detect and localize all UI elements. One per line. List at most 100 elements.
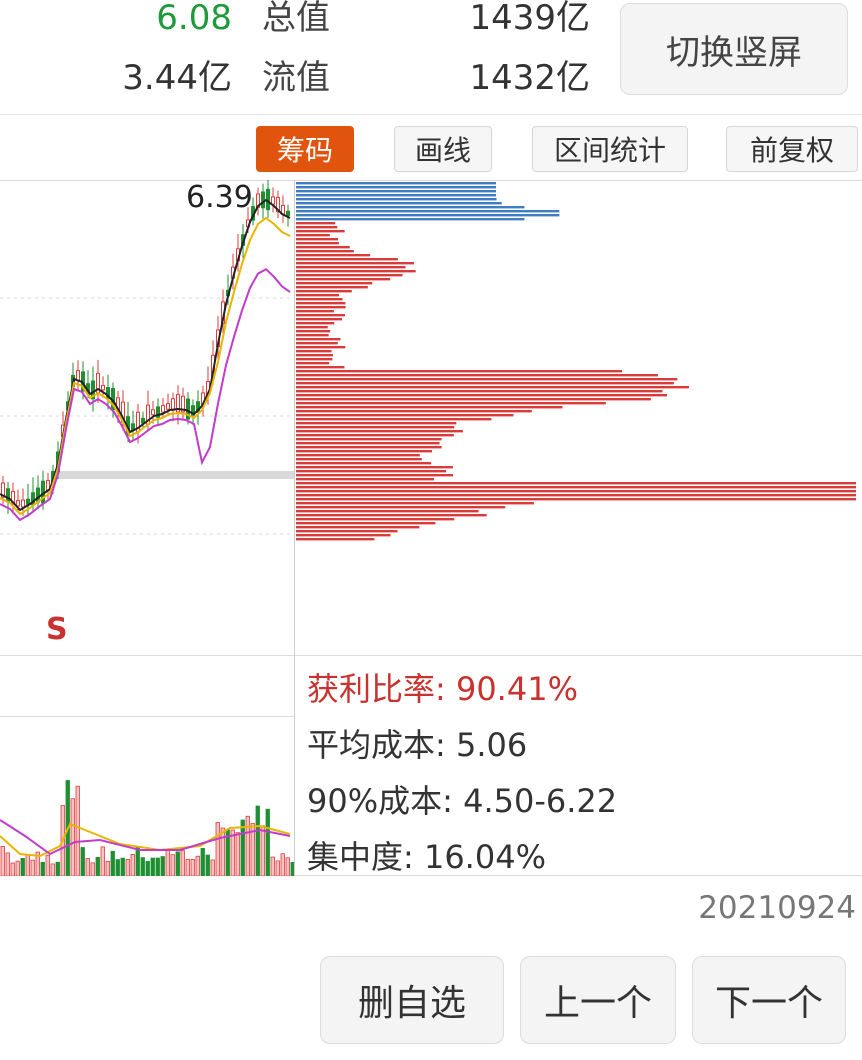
volume-bar xyxy=(280,853,285,876)
price-change: 6.08 xyxy=(156,0,232,38)
chip-bar xyxy=(296,466,453,469)
volume-bar xyxy=(55,861,60,876)
volume-bar xyxy=(200,848,205,876)
candle xyxy=(261,191,265,209)
cost-90-range: 90%成本: 4.50-6.22 xyxy=(307,782,618,820)
candle xyxy=(151,409,155,416)
chip-bar xyxy=(296,418,492,421)
chip-bar xyxy=(296,454,420,457)
volume-bar xyxy=(145,861,150,876)
draw-line-button[interactable]: 画线 xyxy=(394,126,492,172)
volume-bar xyxy=(25,854,30,876)
chip-bar xyxy=(296,406,563,409)
volume-bar xyxy=(285,857,290,876)
chip-bar xyxy=(296,514,487,517)
chip-bar xyxy=(296,430,463,433)
candle xyxy=(16,500,20,507)
chip-bar xyxy=(296,194,497,197)
volume-bar xyxy=(170,854,175,876)
volume-chart xyxy=(0,780,294,876)
chip-bar xyxy=(296,222,336,225)
chip-bar xyxy=(296,378,678,381)
chip-bar xyxy=(296,326,328,329)
chip-bar xyxy=(296,374,658,377)
volume-bar xyxy=(30,859,35,876)
chip-bar xyxy=(296,334,329,337)
price-band xyxy=(58,471,294,479)
total-value: 1439亿 xyxy=(469,0,590,38)
chip-bar xyxy=(296,298,343,301)
chip-bar xyxy=(296,470,447,473)
volume-bar xyxy=(270,856,275,876)
volume-bar xyxy=(5,852,10,876)
candlestick-chart[interactable] xyxy=(0,180,294,656)
float-value: 1432亿 xyxy=(469,58,590,98)
volume-bar xyxy=(20,858,25,876)
chip-bar xyxy=(296,422,457,425)
chip-bar xyxy=(296,474,453,477)
chip-bar xyxy=(296,410,532,413)
candle xyxy=(286,210,290,217)
chip-bar xyxy=(296,442,440,445)
volume-bar xyxy=(185,859,190,876)
chip-bar xyxy=(296,462,432,465)
volume-bar xyxy=(85,858,90,876)
chip-bar xyxy=(296,262,414,265)
volume-bar xyxy=(50,863,55,876)
volume-bar xyxy=(215,822,220,876)
chip-bar xyxy=(296,206,525,209)
chip-bar xyxy=(296,434,454,437)
volume-bar xyxy=(275,860,280,876)
chips-tab[interactable]: 筹码 xyxy=(256,126,354,172)
chip-bar xyxy=(296,254,371,257)
chip-bar xyxy=(296,370,623,373)
remove-watchlist-button[interactable]: 删自选 xyxy=(320,956,504,1044)
volume-bar xyxy=(70,798,75,876)
switch-portrait-button[interactable]: 切换竖屏 xyxy=(620,3,848,95)
volume-bar xyxy=(265,808,270,876)
volume-bar xyxy=(100,846,105,876)
forward-adjust-button[interactable]: 前复权 xyxy=(726,126,858,172)
chip-bar xyxy=(296,286,368,289)
chip-bar xyxy=(296,186,496,189)
chip-bar xyxy=(296,266,406,269)
chip-bar xyxy=(296,426,455,429)
chip-bar xyxy=(296,302,346,305)
next-stock-button[interactable]: 下一个 xyxy=(692,956,846,1044)
chip-bar xyxy=(296,198,497,201)
range-stats-button[interactable]: 区间统计 xyxy=(532,126,688,172)
high-price-marker: 6.39 xyxy=(186,180,253,215)
candle xyxy=(101,384,105,391)
volume-bar xyxy=(150,857,155,876)
chip-bar xyxy=(296,214,560,217)
volume-bar xyxy=(135,846,140,876)
chip-bar xyxy=(296,494,856,497)
volume-bar xyxy=(240,819,245,876)
previous-stock-button[interactable]: 上一个 xyxy=(520,956,676,1044)
float-value-label: 流值 xyxy=(262,58,330,98)
chip-bar xyxy=(296,342,338,345)
volume-bar xyxy=(155,857,160,876)
chip-bar xyxy=(296,330,331,333)
volume-bar xyxy=(75,785,80,876)
chip-bar xyxy=(296,350,332,353)
candle xyxy=(21,499,25,508)
average-cost: 平均成本: 5.06 xyxy=(307,726,528,764)
chip-bar xyxy=(296,242,339,245)
volume-bar xyxy=(90,862,95,876)
volume-bar xyxy=(125,858,130,876)
chip-bar xyxy=(296,314,345,317)
volume-bar xyxy=(195,855,200,876)
chip-bar xyxy=(296,510,479,513)
volume-bar xyxy=(260,825,265,876)
volume-bar xyxy=(230,829,235,876)
chip-bar xyxy=(296,218,525,221)
chip-bar xyxy=(296,502,534,505)
chip-bar xyxy=(296,346,346,349)
ma10-line xyxy=(0,216,291,516)
chip-bar xyxy=(296,402,606,405)
volume-bar xyxy=(80,847,85,876)
chip-bar xyxy=(296,354,334,357)
volume-bar xyxy=(0,846,5,876)
chip-bar xyxy=(296,498,856,501)
